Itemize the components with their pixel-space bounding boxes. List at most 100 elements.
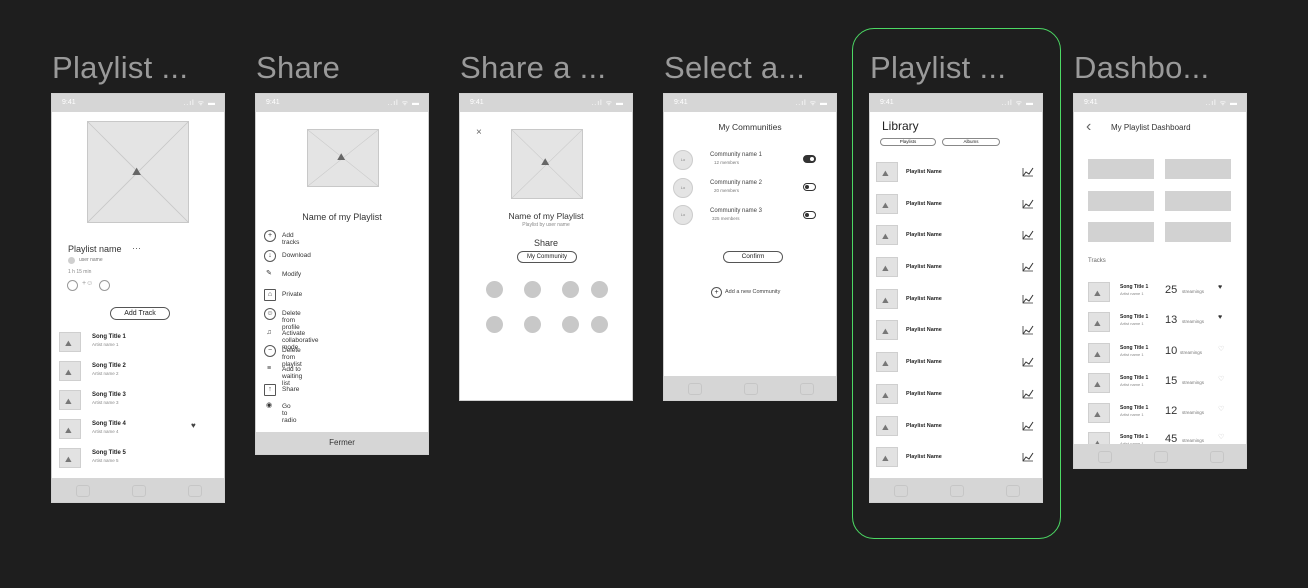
stats-chart-icon[interactable]: [1022, 421, 1034, 431]
tab-playlists[interactable]: Playlists: [880, 138, 936, 146]
search-nav-icon[interactable]: [1154, 451, 1168, 463]
stats-chart-icon[interactable]: [1022, 389, 1034, 399]
track-title[interactable]: Song Title 1: [1120, 284, 1148, 290]
home-nav-icon[interactable]: [76, 485, 90, 497]
home-nav-icon[interactable]: [894, 485, 908, 497]
frame-title-dashboard[interactable]: Dashbo...: [1074, 50, 1209, 86]
download-icon[interactable]: [67, 280, 78, 291]
stats-chart-icon[interactable]: [1022, 230, 1034, 240]
frame-title-share[interactable]: Share: [256, 50, 340, 86]
add-community-link[interactable]: Add a new Community: [725, 289, 780, 295]
library-item-name[interactable]: Playlist Name: [906, 232, 942, 238]
search-nav-icon[interactable]: [132, 485, 146, 497]
community-toggle[interactable]: [803, 183, 816, 191]
community-name[interactable]: Community name 1: [710, 152, 762, 158]
stats-chart-icon[interactable]: [1022, 452, 1034, 462]
library-nav-icon[interactable]: [188, 485, 202, 497]
library-item-name[interactable]: Playlist Name: [906, 201, 942, 207]
stats-chart-icon[interactable]: [1022, 262, 1034, 272]
user-icon: ☺: [264, 308, 276, 320]
heart-filled-icon[interactable]: ♥: [1218, 314, 1222, 321]
stats-chart-icon[interactable]: [1022, 357, 1034, 367]
screen-share[interactable]: 9:41 ..ıl ᯤ ▬ ⛰ Name of my Playlist + Add…: [255, 93, 429, 455]
status-icons: ..ıl ᯤ ▬: [387, 100, 420, 107]
track-title[interactable]: Song Title 1: [1120, 314, 1148, 320]
settings-icon[interactable]: [99, 280, 110, 291]
share-target-icon[interactable]: [524, 316, 541, 333]
screen-dashboard[interactable]: 9:41 ..ıl ᯤ ▬ ‹ My Playlist Dashboard Tr…: [1073, 93, 1247, 469]
heart-outline-icon[interactable]: ♡: [1218, 375, 1224, 383]
heart-outline-icon[interactable]: ♡: [1218, 405, 1224, 413]
heart-outline-icon[interactable]: ♡: [1218, 433, 1224, 441]
add-track-button[interactable]: Add Track: [110, 307, 170, 320]
frame-title-select[interactable]: Select a...: [664, 50, 805, 86]
share-target-icon[interactable]: [486, 281, 503, 298]
close-button[interactable]: Fermer: [256, 432, 428, 454]
screen-share-community[interactable]: 9:41 ..ıl ᯤ ▬ × ⛰ Name of my Playlist Pl…: [459, 93, 633, 401]
screen-playlist[interactable]: 9:41 ..ıl ᯤ ▬ ⛰ Playlist name ··· user n…: [51, 93, 225, 503]
status-time: 9:41: [1084, 99, 1098, 106]
heart-icon[interactable]: ♥: [191, 421, 196, 430]
search-nav-icon[interactable]: [744, 383, 758, 395]
heart-filled-icon[interactable]: ♥: [1218, 284, 1222, 291]
track-title[interactable]: Song Title 1: [1120, 405, 1148, 411]
track-title[interactable]: Song Title 1: [1120, 375, 1148, 381]
image-icon: ⛰: [65, 397, 72, 406]
track-artist: Artist name 1: [1120, 352, 1144, 357]
library-nav-icon[interactable]: [1210, 451, 1224, 463]
song-title[interactable]: Song Title 1: [92, 334, 126, 340]
track-title[interactable]: Song Title 1: [1120, 345, 1148, 351]
status-bar: 9:41 ..ıl ᯤ ▬: [664, 94, 836, 112]
share-target-icon[interactable]: [591, 281, 608, 298]
library-item-name[interactable]: Playlist Name: [906, 454, 942, 460]
stats-chart-icon[interactable]: [1022, 167, 1034, 177]
library-item-name[interactable]: Playlist Name: [906, 327, 942, 333]
share-target-icon[interactable]: [591, 316, 608, 333]
library-item-name[interactable]: Playlist Name: [906, 296, 942, 302]
home-nav-icon[interactable]: [688, 383, 702, 395]
back-chevron-icon[interactable]: ‹: [1086, 118, 1091, 136]
share-target-icon[interactable]: [524, 281, 541, 298]
community-name[interactable]: Community name 2: [710, 180, 762, 186]
share-target-icon[interactable]: [486, 316, 503, 333]
community-toggle[interactable]: [803, 211, 816, 219]
song-title[interactable]: Song Title 4: [92, 421, 126, 427]
stats-chart-icon[interactable]: [1022, 325, 1034, 335]
community-toggle[interactable]: [803, 155, 816, 163]
stats-chart-icon[interactable]: [1022, 294, 1034, 304]
share-playlist-title: Name of my Playlist: [508, 211, 584, 221]
close-icon[interactable]: ×: [476, 127, 482, 138]
playlist-thumbnail: ⛰: [876, 225, 898, 245]
library-nav-icon[interactable]: [1006, 485, 1020, 497]
more-options-icon[interactable]: ···: [132, 243, 141, 253]
community-name[interactable]: Community name 3: [710, 208, 762, 214]
screen-select-community[interactable]: 9:41 ..ıl ᯤ ▬ My Communities Lo Communit…: [663, 93, 837, 401]
library-item-name[interactable]: Playlist Name: [906, 264, 942, 270]
frame-title-playlist[interactable]: Playlist ...: [52, 50, 188, 86]
add-user-icon[interactable]: +☺: [82, 280, 93, 287]
library-item-name[interactable]: Playlist Name: [906, 423, 942, 429]
image-icon: ⛰: [132, 166, 142, 178]
song-title[interactable]: Song Title 5: [92, 450, 126, 456]
screen-library[interactable]: 9:41 ..ıl ᯤ ▬ Library Playlists Albums ⛰…: [869, 93, 1043, 503]
heart-outline-icon[interactable]: ♡: [1218, 345, 1224, 353]
library-nav-icon[interactable]: [800, 383, 814, 395]
tab-albums[interactable]: Albums: [942, 138, 1000, 146]
image-icon: ⛰: [882, 201, 889, 210]
search-nav-icon[interactable]: [950, 485, 964, 497]
share-target-icon[interactable]: [562, 316, 579, 333]
radio-icon: ◉: [265, 402, 273, 409]
song-title[interactable]: Song Title 2: [92, 363, 126, 369]
library-item-name[interactable]: Playlist Name: [906, 169, 942, 175]
stats-chart-icon[interactable]: [1022, 199, 1034, 209]
my-community-button[interactable]: My Community: [517, 251, 577, 263]
song-title[interactable]: Song Title 3: [92, 392, 126, 398]
confirm-button[interactable]: Confirm: [723, 251, 783, 263]
frame-title-share-a[interactable]: Share a ...: [460, 50, 606, 86]
share-target-icon[interactable]: [562, 281, 579, 298]
home-nav-icon[interactable]: [1098, 451, 1112, 463]
add-community-icon[interactable]: +: [711, 287, 722, 298]
library-item-name[interactable]: Playlist Name: [906, 359, 942, 365]
library-item-name[interactable]: Playlist Name: [906, 391, 942, 397]
track-title[interactable]: Song Title 1: [1120, 434, 1148, 440]
